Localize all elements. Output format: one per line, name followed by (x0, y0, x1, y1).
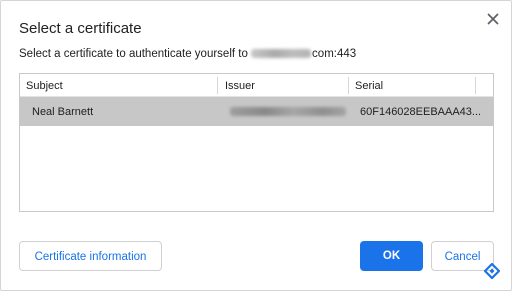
dialog-subtitle: Select a certificate to authenticate you… (19, 48, 356, 60)
row-subject: Neal Barnett (32, 106, 94, 118)
certificate-information-button[interactable]: Certificate information (19, 241, 162, 271)
column-divider[interactable] (475, 77, 476, 94)
redacted-host (251, 49, 312, 58)
column-header-subject[interactable]: Subject (26, 80, 63, 92)
subtitle-prefix: Select a certificate to authenticate you… (19, 48, 252, 60)
column-header-issuer[interactable]: Issuer (225, 80, 255, 92)
ok-button[interactable]: OK (360, 241, 423, 271)
column-divider[interactable] (217, 77, 218, 94)
row-serial: 60F146028EEBAAA43... (360, 106, 482, 118)
table-header: Subject Issuer Serial (20, 74, 493, 97)
certificate-table: Subject Issuer Serial Neal Barnett 60F14… (19, 73, 494, 212)
brand-logo-icon (483, 262, 501, 280)
redacted-issuer (230, 107, 346, 116)
column-divider[interactable] (348, 77, 349, 94)
column-header-serial[interactable]: Serial (355, 80, 383, 92)
close-icon[interactable] (485, 11, 501, 27)
table-row[interactable]: Neal Barnett 60F146028EEBAAA43... (20, 97, 493, 126)
certificate-dialog: Select a certificate Select a certificat… (0, 0, 512, 291)
dialog-title: Select a certificate (19, 20, 142, 37)
subtitle-suffix: com:443 (312, 48, 357, 60)
